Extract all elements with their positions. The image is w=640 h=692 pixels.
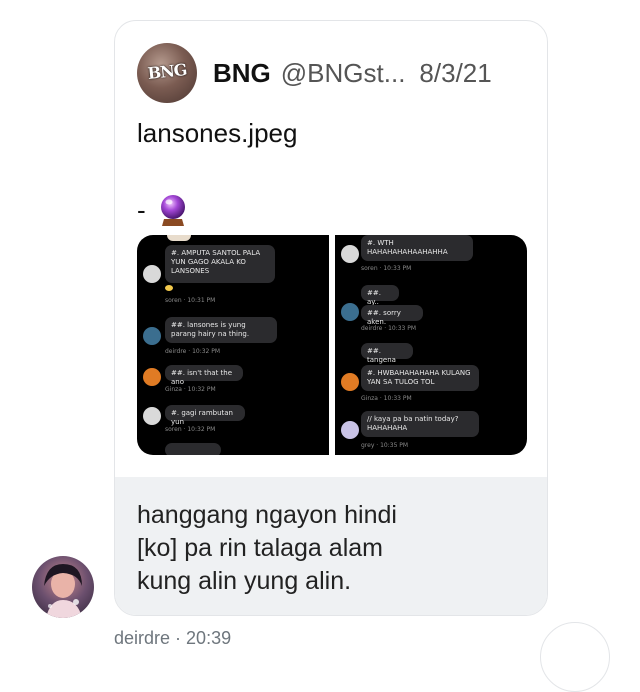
tweet-date: 8/3/21 <box>419 57 492 88</box>
shared-tweet-message-card[interactable]: BNG BNG @BNGst... 8/3/21 lansones.jpeg - <box>114 20 548 616</box>
chat-meta: Ginza · 10:33 PM <box>361 395 412 402</box>
tweet-dash: - <box>137 194 146 225</box>
crystal-ball-icon <box>160 195 185 226</box>
deirdre-avatar <box>341 303 359 321</box>
grey-avatar <box>341 421 359 439</box>
chat-bubble: ##. isn't that the ano <box>165 365 243 386</box>
cropped-emoji <box>167 235 191 241</box>
chat-bubble: #. WTH HAHAHAHAHAAHAHHA <box>361 235 473 261</box>
tweet-media-grid[interactable]: #. AMPUTA SANTOL PALA YUN GAGO AKALA KO … <box>137 235 527 455</box>
reply-message[interactable]: hanggang ngayon hindi [ko] pa rin talaga… <box>115 477 547 615</box>
tweet-text-line2: - <box>137 193 188 227</box>
chat-meta: grey · 10:35 PM <box>361 442 409 449</box>
chat-bubble: ##. tangena <box>361 343 413 364</box>
soren-avatar <box>143 265 161 283</box>
reply-text-line: hanggang ngayon hindi <box>137 501 397 529</box>
tweet-text: lansones.jpeg <box>137 118 298 148</box>
tweet-author-handle[interactable]: @BNGst... <box>281 58 406 89</box>
chat-bubble: ##. ay.. <box>361 285 399 306</box>
chat-meta: soren · 10:33 PM <box>361 265 412 272</box>
chat-meta: soren · 10:32 PM <box>165 426 216 433</box>
cropped-chat-bubble <box>165 443 221 455</box>
ginza-avatar <box>341 373 359 391</box>
reply-text-line: [ko] pa rin talaga alam <box>137 534 383 562</box>
tweet-author-avatar[interactable]: BNG <box>137 43 197 103</box>
sender-avatar-art <box>44 564 82 618</box>
chat-bubble: ##. lansones is yung parang hairy na thi… <box>165 317 277 343</box>
bng-logo: BNG <box>146 60 188 83</box>
reaction-emoji <box>165 285 173 291</box>
sender-name[interactable]: deirdre <box>114 628 170 648</box>
soren-avatar <box>341 245 359 263</box>
react-button[interactable] <box>540 622 610 692</box>
sender-avatar[interactable] <box>32 556 94 618</box>
ginza-avatar <box>143 368 161 386</box>
chat-bubble: #. gagi rambutan yun <box>165 405 245 426</box>
tweet-author-name[interactable]: BNG <box>213 58 271 89</box>
chat-bubble: ##. sorry aken. <box>361 305 423 326</box>
deirdre-avatar <box>143 327 161 345</box>
chat-meta: deirdre · 10:33 PM <box>361 325 417 332</box>
reply-text-line: kung alin yung alin. <box>137 567 352 595</box>
chat-meta: Ginza · 10:32 PM <box>165 386 216 393</box>
chat-meta: soren · 10:31 PM <box>165 297 216 304</box>
chat-screenshot-right[interactable]: #. WTH HAHAHAHAHAAHAHHA soren · 10:33 PM… <box>335 235 527 455</box>
message-time: · 20:39 <box>175 628 232 648</box>
chat-bubble: #. AMPUTA SANTOL PALA YUN GAGO AKALA KO … <box>165 245 275 283</box>
chat-meta: deirdre · 10:32 PM <box>165 348 221 355</box>
chat-bubble: // kaya pa ba natin today? HAHAHAHA <box>361 411 479 437</box>
sender-meta: deirdre · 20:39 <box>114 628 231 649</box>
chat-screenshot-left[interactable]: #. AMPUTA SANTOL PALA YUN GAGO AKALA KO … <box>137 235 329 455</box>
soren-avatar <box>143 407 161 425</box>
tweet-header: BNG BNG @BNGst... 8/3/21 <box>137 43 492 103</box>
chat-bubble: #. HWBAHAHAHAHA KULANG YAN SA TULOG TOL <box>361 365 479 391</box>
